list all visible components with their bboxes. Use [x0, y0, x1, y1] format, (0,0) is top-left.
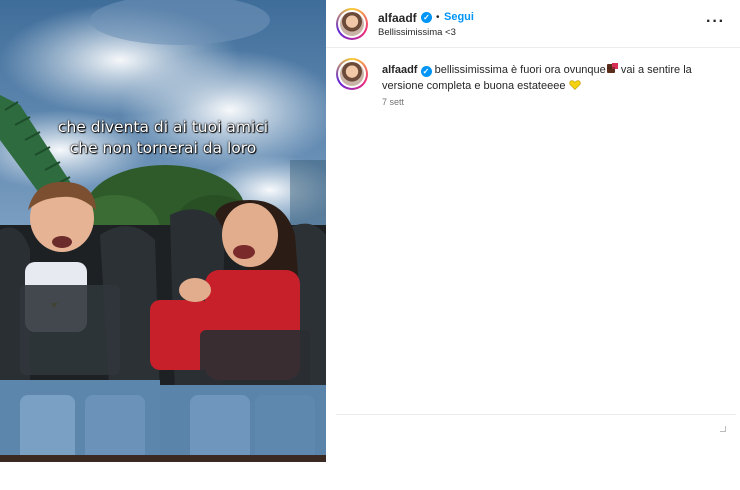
post-media-video[interactable]: che diventa di ai tuoi amici che non tor… — [0, 0, 326, 490]
caption-timestamp[interactable]: 7 sett — [382, 97, 404, 107]
caption-username[interactable]: alfaadf — [382, 64, 417, 76]
separator-dot: • — [436, 12, 440, 23]
overlay-line-1: che diventa di ai tuoi amici — [57, 118, 269, 136]
post-header: alfaadf ✓ • Segui Bellissimissima <3 ··· — [326, 0, 740, 48]
modal-bottom-strip — [0, 462, 740, 490]
follow-button[interactable]: Segui — [444, 11, 474, 23]
post-caption: alfaadf ✓ bellissimissima è fuori ora ov… — [382, 63, 712, 94]
resize-handle[interactable] — [720, 426, 726, 432]
video-frame-image — [0, 0, 326, 490]
post-sidebar: alfaadf ✓ • Segui Bellissimissima <3 ···… — [326, 0, 740, 490]
post-audio-subtitle[interactable]: Bellissimissima <3 — [378, 27, 456, 38]
post-modal: che diventa di ai tuoi amici che non tor… — [0, 0, 740, 490]
caption-verified-badge-icon: ✓ — [420, 66, 432, 77]
overlay-line-2: che non tornerai da loro — [69, 139, 257, 157]
more-options-icon[interactable]: ··· — [706, 13, 725, 31]
yellow-heart-icon — [568, 79, 581, 90]
video-caption-overlay: che diventa di ai tuoi amici che non tor… — [0, 117, 326, 159]
author-avatar[interactable] — [336, 8, 368, 40]
verified-badge-icon: ✓ — [421, 12, 432, 23]
author-username[interactable]: alfaadf — [378, 11, 417, 25]
caption-text-part1: bellissimissima è fuori ora ovunque — [434, 64, 606, 76]
chocolate-bar-icon — [606, 63, 618, 73]
comment-author-avatar[interactable] — [336, 58, 368, 90]
actions-divider — [336, 414, 736, 415]
